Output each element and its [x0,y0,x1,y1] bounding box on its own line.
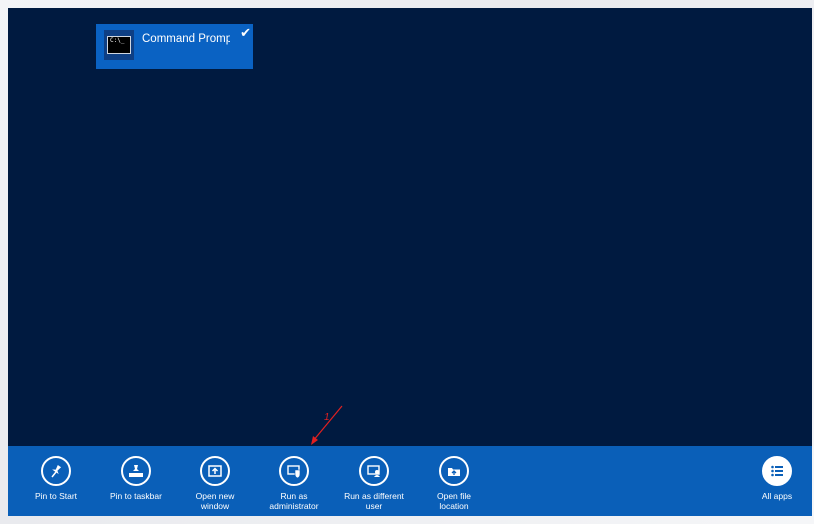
annotation-number: 1 [324,412,330,423]
pin-icon [41,456,71,486]
different-user-icon [359,456,389,486]
start-screen: C:\_ Command Prompt ✔ 1 Pin to Start Pin… [8,8,812,516]
run-as-different-user-button[interactable]: Run as different user [334,456,414,511]
run-as-different-user-label: Run as different user [344,491,404,511]
new-window-icon [200,456,230,486]
app-bar: Pin to Start Pin to taskbar Open new win… [8,446,812,516]
open-file-location-label: Open file location [436,491,472,511]
open-new-window-label: Open new window [195,491,235,511]
run-as-administrator-button[interactable]: Run as administrator [254,456,334,511]
folder-icon [439,456,469,486]
open-file-location-button[interactable]: Open file location [414,456,494,511]
all-apps-button[interactable]: All apps [737,456,812,501]
open-new-window-button[interactable]: Open new window [175,456,255,511]
all-apps-label: All apps [761,491,793,501]
shield-admin-icon [279,456,309,486]
annotation-arrow: 1 [311,405,343,445]
pin-to-start-button[interactable]: Pin to Start [16,456,96,501]
pin-to-taskbar-icon [121,456,151,486]
run-as-administrator-label: Run as administrator [269,491,319,511]
all-apps-icon [762,456,792,486]
pin-to-start-label: Pin to Start [34,491,78,501]
pin-to-taskbar-button[interactable]: Pin to taskbar [96,456,176,501]
pin-to-taskbar-label: Pin to taskbar [110,491,162,501]
